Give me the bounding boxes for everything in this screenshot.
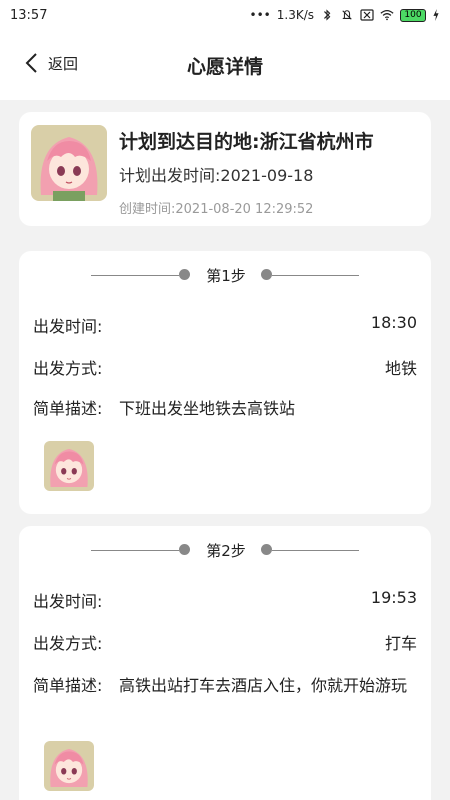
step-divider: 第1步 [91, 264, 359, 286]
mode-label: 出发方式: [33, 634, 103, 653]
step-photo-thumbnail[interactable] [44, 741, 94, 791]
divider-dot [261, 269, 272, 280]
mode-row: 出发方式: 地铁 [33, 355, 417, 379]
step-divider: 第2步 [91, 539, 359, 561]
network-speed: 1.3K/s [276, 8, 314, 22]
description-row: 简单描述: 下班出发坐地铁去高铁站 [33, 394, 417, 424]
depart-time-row: 出发时间: 18:30 [33, 313, 417, 337]
mode-value: 地铁 [384, 359, 417, 378]
mode-row: 出发方式: 打车 [33, 630, 417, 654]
status-time: 13:57 [10, 7, 48, 23]
divider-line [91, 550, 179, 551]
divider-dot [261, 544, 272, 555]
divider-line [91, 275, 179, 276]
sim-icon [360, 9, 374, 21]
step-photo-thumbnail[interactable] [44, 441, 94, 491]
nav-bar: 返回 心愿详情 [0, 30, 450, 100]
status-icons: ••• 1.3K/s 100 [250, 8, 440, 22]
created-time-text: 创建时间:2021-08-20 12:29:52 [119, 202, 314, 217]
divider-dot [179, 544, 190, 555]
depart-time-row: 出发时间: 19:53 [33, 588, 417, 612]
battery-icon: 100 [400, 8, 426, 22]
destination-text: 计划到达目的地:浙江省杭州市 [119, 131, 374, 153]
chevron-left-icon [25, 53, 37, 73]
charging-icon [433, 9, 439, 21]
description-row: 简单描述: 高铁出站打车去酒店入住，你就开始游玩 [33, 671, 417, 701]
planned-depart-text: 计划出发时间:2021-09-18 [119, 166, 314, 185]
anime-avatar-image [31, 125, 107, 201]
description-label: 简单描述: [33, 676, 103, 695]
divider-line [272, 275, 359, 276]
depart-time-value: 18:30 [370, 313, 417, 332]
mode-label: 出发方式: [33, 359, 103, 378]
description-value: 高铁出站打车去酒店入住，你就开始游玩 [119, 676, 408, 695]
dots-icon: ••• [249, 8, 271, 22]
divider-dot [179, 269, 190, 280]
description-label: 简单描述: [33, 399, 103, 418]
step-card: 第2步 出发时间: 19:53 出发方式: 打车 简单描述: 高铁出站打车去酒店… [19, 526, 431, 800]
wish-summary-card: 计划到达目的地:浙江省杭州市 计划出发时间:2021-09-18 创建时间:20… [19, 112, 431, 226]
depart-time-value: 19:53 [370, 588, 417, 607]
wifi-icon [380, 10, 394, 21]
description-value: 下班出发坐地铁去高铁站 [119, 399, 296, 418]
step-label: 第1步 [206, 267, 246, 285]
divider-line [272, 550, 359, 551]
back-button[interactable]: 返回 [24, 52, 78, 74]
summary-text: 计划到达目的地:浙江省杭州市 计划出发时间:2021-09-18 创建时间:20… [119, 125, 374, 217]
step-card: 第1步 出发时间: 18:30 出发方式: 地铁 简单描述: 下班出发坐地铁去高… [19, 251, 431, 514]
depart-time-label: 出发时间: [33, 317, 103, 336]
status-bar: 13:57 ••• 1.3K/s 100 [0, 0, 450, 30]
step-label: 第2步 [206, 542, 246, 560]
back-label: 返回 [48, 54, 79, 73]
bluetooth-icon [324, 9, 331, 21]
depart-time-label: 出发时间: [33, 592, 103, 611]
mode-value: 打车 [384, 634, 417, 653]
mute-icon [342, 10, 352, 20]
